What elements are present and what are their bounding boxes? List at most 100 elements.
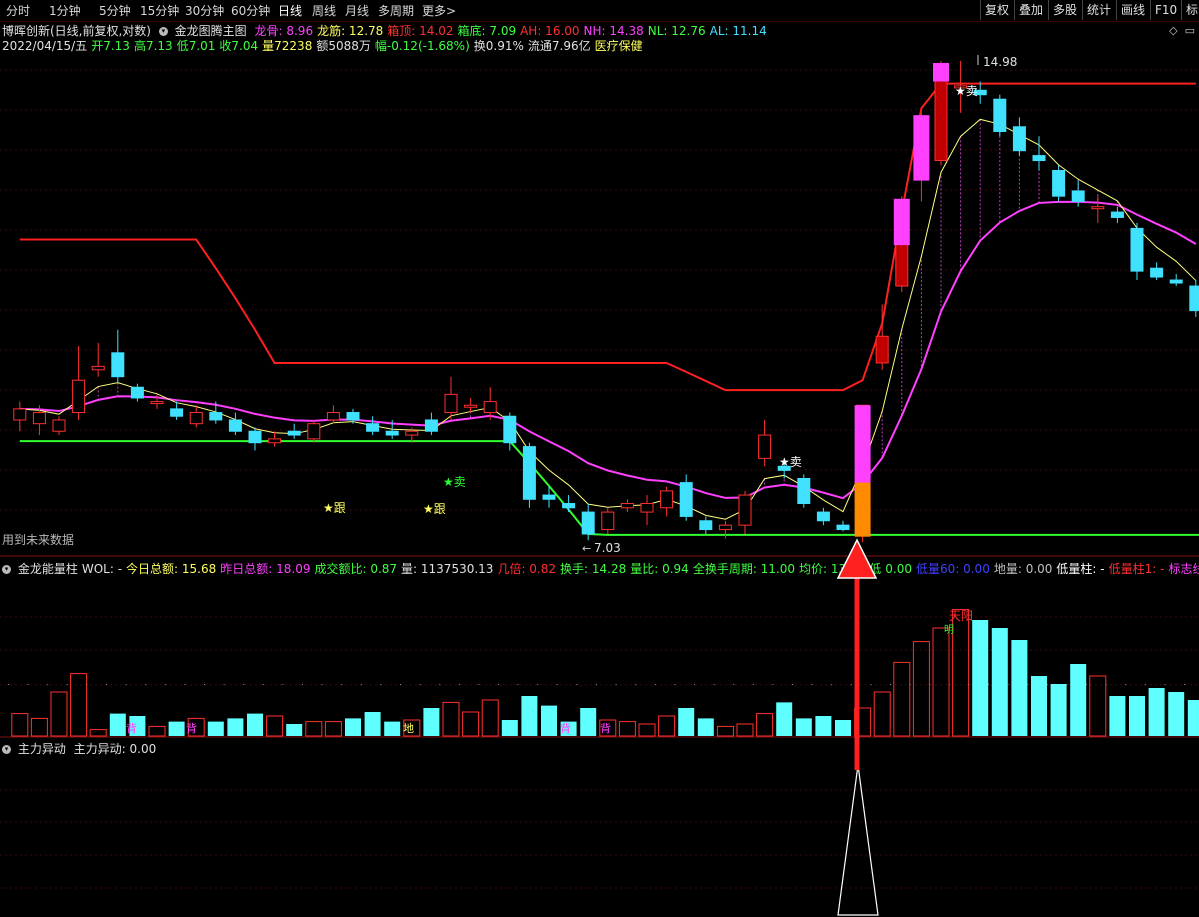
volume-bar	[912, 641, 930, 737]
candle-body	[522, 446, 536, 500]
candle-body	[718, 524, 732, 531]
volume-bar	[286, 724, 303, 736]
volume-threshold-dot	[419, 684, 421, 685]
volume-threshold-dot	[125, 684, 127, 685]
candle-body	[503, 415, 517, 444]
volume-bar	[873, 691, 891, 737]
candle-body	[1169, 279, 1183, 284]
sell-signal: ★卖	[955, 84, 978, 98]
volume-bar	[266, 715, 284, 737]
volume-threshold-dot	[1184, 684, 1185, 685]
arrow-head	[836, 538, 878, 579]
bright-label: 明	[944, 624, 954, 636]
volume-threshold-dot	[596, 684, 597, 685]
volume-threshold-dot	[635, 684, 637, 685]
candle-body	[1032, 155, 1046, 162]
volume-threshold-dot	[1027, 684, 1029, 685]
candle-body	[150, 401, 164, 405]
volume-threshold-dot	[223, 684, 225, 685]
kline-chart[interactable]: 14.98 ← 7.03 ★卖 ★卖 ★卖 ★跟 ★跟背 背 背 背 地 天阳明	[0, 0, 1199, 917]
volume-bar	[1089, 675, 1107, 737]
candle-body	[72, 379, 86, 414]
volume-threshold-dot	[556, 684, 558, 685]
volume-bar	[1129, 696, 1145, 736]
volume-bar	[932, 627, 950, 737]
volume-bar	[442, 701, 460, 737]
volume-bar	[1011, 640, 1028, 736]
breakout-bottom	[854, 482, 871, 537]
volume-threshold-dot	[674, 684, 676, 685]
volume-threshold-dot	[694, 684, 695, 685]
candle-body	[209, 412, 223, 421]
volume-threshold-dot	[576, 684, 578, 685]
volume-threshold-dot	[282, 684, 284, 685]
volume-bar	[638, 723, 656, 737]
breakout-top	[854, 405, 871, 483]
candle-body	[679, 482, 693, 517]
volume-bar	[972, 620, 989, 736]
volume-bar	[893, 661, 911, 737]
candle-body	[91, 365, 105, 371]
candle-body	[32, 412, 46, 425]
volume-bar	[1109, 696, 1126, 736]
candle-body	[13, 408, 27, 421]
candle-body	[424, 419, 438, 432]
candle-body	[385, 430, 399, 436]
volume-bar	[50, 691, 68, 737]
volume-bar	[815, 716, 832, 736]
volume-bar	[462, 711, 480, 737]
back-label: 背	[600, 721, 611, 735]
volume-threshold-dot	[380, 684, 382, 685]
candle-body	[483, 401, 497, 414]
volume-bar	[716, 725, 734, 737]
volume-threshold-dot	[1007, 684, 1009, 685]
high-price-label: 14.98	[983, 55, 1017, 69]
volume-threshold-dot	[1066, 684, 1068, 685]
strong-bar	[893, 198, 910, 246]
sky-yang-label: 天阳	[949, 609, 973, 623]
candle-body	[640, 503, 654, 513]
volume-threshold-dot	[106, 684, 107, 685]
volume-bar	[345, 718, 361, 736]
volume-bar	[1050, 684, 1067, 736]
candle-body	[1110, 211, 1124, 218]
volume-threshold-dot	[890, 684, 891, 685]
volume-bar	[541, 705, 557, 736]
volume-bar	[952, 609, 970, 737]
volume-threshold-dot	[360, 684, 362, 685]
volume-bar	[1187, 700, 1199, 736]
volume-threshold-dot	[321, 684, 323, 685]
candle-body	[601, 511, 615, 531]
volume-threshold-dot	[1046, 684, 1048, 685]
volume-bar	[1148, 688, 1165, 736]
candle-body	[1052, 169, 1066, 197]
volume-bar	[324, 721, 342, 737]
candle-body	[836, 524, 850, 531]
volume-threshold-dot	[968, 684, 970, 685]
volume-bar	[618, 721, 636, 737]
volume-threshold-dot	[870, 684, 872, 685]
focus-cone	[837, 764, 879, 916]
candle-body	[111, 352, 125, 378]
back-label: 背	[126, 721, 137, 735]
volume-threshold-dot	[164, 684, 166, 685]
volume-threshold-dot	[929, 684, 931, 685]
volume-threshold-dot	[909, 684, 911, 685]
volume-bar	[795, 718, 812, 736]
volume-bar	[991, 628, 1008, 736]
candle-body	[405, 430, 419, 436]
low-price-label: 7.03	[594, 541, 621, 555]
candle-body	[52, 419, 66, 432]
volume-bar	[423, 708, 440, 736]
volume-threshold-dot	[831, 684, 833, 685]
volume-threshold-dot	[145, 684, 147, 685]
volume-threshold-dot	[733, 684, 735, 685]
volume-threshold-dot	[792, 684, 793, 685]
candle-body	[130, 386, 144, 399]
volume-threshold-dot	[537, 684, 539, 685]
candle-body	[287, 430, 301, 436]
volume-threshold-dot	[498, 684, 499, 685]
candle-body	[1091, 206, 1105, 210]
volume-threshold-dot	[811, 684, 813, 685]
candle-body	[248, 430, 262, 444]
